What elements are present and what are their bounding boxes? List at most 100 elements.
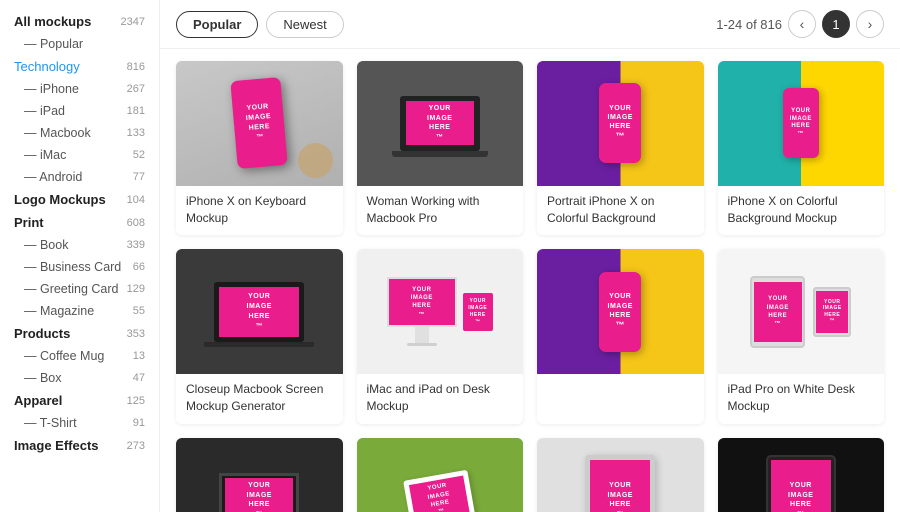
sidebar-item-coffee-mug[interactable]: — Coffee Mug 13 bbox=[0, 345, 159, 367]
sidebar-item-macbook[interactable]: — Macbook 133 bbox=[0, 122, 159, 144]
filter-buttons: Popular Newest bbox=[176, 11, 344, 38]
sidebar-label: Technology bbox=[14, 59, 80, 74]
card-image: YOURIMAGEHERE™ bbox=[176, 249, 343, 374]
sidebar-item-apparel[interactable]: Apparel 125 bbox=[0, 389, 159, 412]
sidebar-label: — Android bbox=[14, 170, 82, 184]
sidebar-label: Apparel bbox=[14, 393, 62, 408]
sidebar-badge: 77 bbox=[133, 171, 145, 183]
filter-newest-button[interactable]: Newest bbox=[266, 11, 343, 38]
mockup-card[interactable]: YOURIMAGEHERE™ Woman Working with Macboo… bbox=[357, 61, 524, 235]
sidebar-label: Logo Mockups bbox=[14, 192, 106, 207]
mockup-card[interactable]: YOURIMAGEHERE™ bbox=[537, 249, 704, 423]
sidebar: All mockups 2347 — Popular Technology 816 — i… bbox=[0, 0, 160, 512]
sidebar-badge: 66 bbox=[133, 261, 145, 273]
sidebar-badge: 55 bbox=[133, 305, 145, 317]
card-image: YOURIMAGEHERE™ bbox=[537, 61, 704, 186]
sidebar-label: All mockups bbox=[14, 14, 91, 29]
sidebar-item-print[interactable]: Print 608 bbox=[0, 211, 159, 234]
sidebar-item-iphone[interactable]: — iPhone 267 bbox=[0, 78, 159, 100]
mockup-card[interactable]: YOURIMAGEHERE™ YOURIMAGEHERE™ iPad Pro o… bbox=[718, 249, 885, 423]
mockup-card[interactable]: YOURIMAGEHERE™ bbox=[718, 438, 885, 512]
sidebar-badge: 52 bbox=[133, 149, 145, 161]
mockup-card[interactable]: YOURIMAGEHERE™ Man Using Surface Pro Tab… bbox=[537, 438, 704, 512]
sidebar-item-ipad[interactable]: — iPad 181 bbox=[0, 100, 159, 122]
next-page-button[interactable]: › bbox=[856, 10, 884, 38]
sidebar-label: — Popular bbox=[14, 37, 83, 51]
sidebar-badge: 2347 bbox=[121, 16, 145, 28]
sidebar-badge: 129 bbox=[127, 283, 145, 295]
sidebar-badge: 125 bbox=[127, 395, 145, 407]
sidebar-label: — Book bbox=[14, 238, 68, 252]
card-title: iMac and iPad on Desk Mockup bbox=[357, 374, 524, 424]
card-image: YOURIMAGEHERE™ bbox=[357, 61, 524, 186]
pagination: 1-24 of 816 ‹ 1 › bbox=[716, 10, 884, 38]
sidebar-label: — T-Shirt bbox=[14, 416, 77, 430]
mockup-card[interactable]: YOURIMAGEHERE™ Closeup Macbook Screen Mo… bbox=[176, 249, 343, 423]
mockup-card[interactable]: YOURIMAGEHERE™ iPhone X on Keyboard Mock… bbox=[176, 61, 343, 235]
card-image: YOURIMAGEHERE™ bbox=[176, 438, 343, 512]
card-image: YOURIMAGEHERE™ YOURIMAGEHERE™ bbox=[357, 249, 524, 374]
sidebar-item-image-effects[interactable]: Image Effects 273 bbox=[0, 434, 159, 457]
mockup-card[interactable]: YOURIMAGEHERE™ Portrait iPhone X on Colo… bbox=[537, 61, 704, 235]
filter-popular-button[interactable]: Popular bbox=[176, 11, 258, 38]
sidebar-item-logo-mockups[interactable]: Logo Mockups 104 bbox=[0, 188, 159, 211]
prev-page-button[interactable]: ‹ bbox=[788, 10, 816, 38]
sidebar-label: — Box bbox=[14, 371, 62, 385]
sidebar-item-android[interactable]: — Android 77 bbox=[0, 166, 159, 188]
card-image: YOURIMAGEHERE™ YOURIMAGEHERE™ bbox=[718, 249, 885, 374]
sidebar-badge: 339 bbox=[127, 239, 145, 251]
card-title: Woman Working with Macbook Pro bbox=[357, 186, 524, 236]
sidebar-item-products[interactable]: Products 353 bbox=[0, 322, 159, 345]
sidebar-label: — Macbook bbox=[14, 126, 91, 140]
mockup-card[interactable]: YOURIMAGEHERE™ iPhone X on Colorful Back… bbox=[718, 61, 885, 235]
sidebar-item-box[interactable]: — Box 47 bbox=[0, 367, 159, 389]
sidebar-badge: 353 bbox=[127, 328, 145, 340]
card-title: iPhone X on Keyboard Mockup bbox=[176, 186, 343, 236]
card-image: YOURIMAGEHERE™ bbox=[176, 61, 343, 186]
card-image: YOURIMAGEHERE™ bbox=[537, 438, 704, 512]
sidebar-badge: 816 bbox=[127, 61, 145, 73]
card-title: iPhone X on Colorful Background Mockup bbox=[718, 186, 885, 236]
main-content: Popular Newest 1-24 of 816 ‹ 1 › YOURIMA… bbox=[160, 0, 900, 512]
mockup-grid: YOURIMAGEHERE™ iPhone X on Keyboard Mock… bbox=[176, 61, 884, 512]
sidebar-item-book[interactable]: — Book 339 bbox=[0, 234, 159, 256]
sidebar-badge: 47 bbox=[133, 372, 145, 384]
sidebar-label: — Coffee Mug bbox=[14, 349, 104, 363]
sidebar-label: — iPhone bbox=[14, 82, 79, 96]
sidebar-item-imac[interactable]: — iMac 52 bbox=[0, 144, 159, 166]
sidebar-item-magazine[interactable]: — Magazine 55 bbox=[0, 300, 159, 322]
sidebar-label: Print bbox=[14, 215, 44, 230]
sidebar-item-all-mockups[interactable]: All mockups 2347 bbox=[0, 10, 159, 33]
sidebar-label: Products bbox=[14, 326, 70, 341]
mockup-card[interactable]: YOURIMAGEHERE™ bbox=[357, 438, 524, 512]
sidebar-badge: 608 bbox=[127, 217, 145, 229]
sidebar-badge: 104 bbox=[127, 194, 145, 206]
sidebar-label: — Greeting Card bbox=[14, 282, 118, 296]
sidebar-badge: 181 bbox=[127, 105, 145, 117]
sidebar-item-business-card[interactable]: — Business Card 66 bbox=[0, 256, 159, 278]
sidebar-item-t-shirt[interactable]: — T-Shirt 91 bbox=[0, 412, 159, 434]
sidebar-badge: 273 bbox=[127, 440, 145, 452]
card-image: YOURIMAGEHERE™ bbox=[718, 61, 885, 186]
card-image: YOURIMAGEHERE™ bbox=[537, 249, 704, 374]
sidebar-badge: 91 bbox=[133, 417, 145, 429]
sidebar-badge: 133 bbox=[127, 127, 145, 139]
page-1-button[interactable]: 1 bbox=[822, 10, 850, 38]
sidebar-badge: 267 bbox=[127, 83, 145, 95]
card-title: Portrait iPhone X on Colorful Background bbox=[537, 186, 704, 236]
mockup-card[interactable]: YOURIMAGEHERE™ YOURIMAGEHERE™ iMac and i… bbox=[357, 249, 524, 423]
card-title: Closeup Macbook Screen Mockup Generator bbox=[176, 374, 343, 424]
sidebar-item-popular[interactable]: — Popular bbox=[0, 33, 159, 55]
sidebar-label: — Magazine bbox=[14, 304, 94, 318]
sidebar-label: — iPad bbox=[14, 104, 65, 118]
sidebar-label: Image Effects bbox=[14, 438, 99, 453]
sidebar-item-greeting-card[interactable]: — Greeting Card 129 bbox=[0, 278, 159, 300]
toolbar: Popular Newest 1-24 of 816 ‹ 1 › bbox=[160, 0, 900, 49]
card-image: YOURIMAGEHERE™ bbox=[357, 438, 524, 512]
sidebar-item-technology[interactable]: Technology 816 bbox=[0, 55, 159, 78]
mockup-card[interactable]: YOURIMAGEHERE™ bbox=[176, 438, 343, 512]
pagination-text: 1-24 of 816 bbox=[716, 17, 782, 32]
sidebar-label: — iMac bbox=[14, 148, 66, 162]
sidebar-badge: 13 bbox=[133, 350, 145, 362]
sidebar-label: — Business Card bbox=[14, 260, 121, 274]
